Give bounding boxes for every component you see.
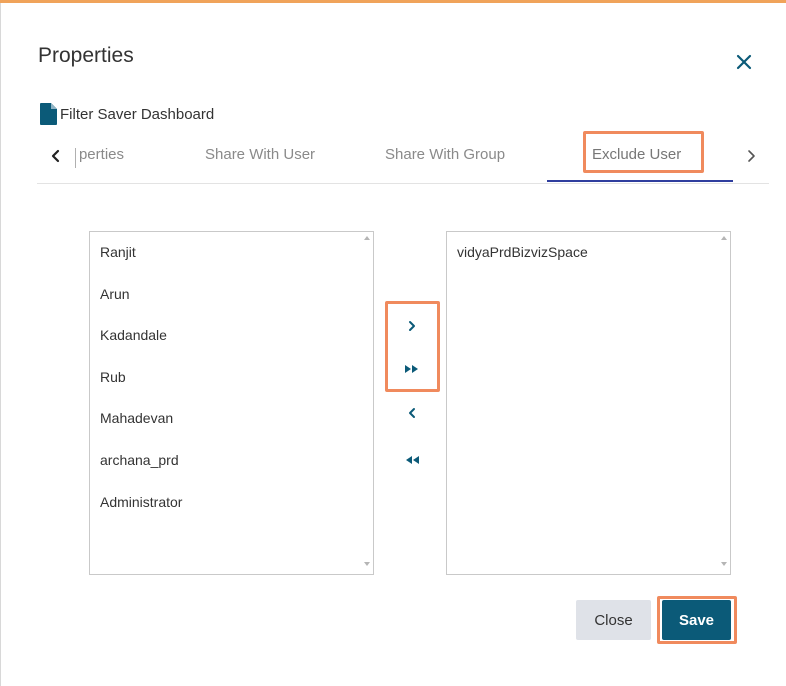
available-users-list[interactable]: Ranjit Arun Kadandale Rub Mahadevan arch… [89,231,374,575]
scroll-up-arrow-icon[interactable] [721,236,727,240]
move-left-button[interactable] [397,398,427,428]
save-button[interactable]: Save [662,600,731,640]
tab-clip-edge [75,148,76,168]
dialog-title: Properties [38,44,134,67]
close-button[interactable]: Close [576,600,651,640]
chevron-right-icon [409,321,415,331]
top-accent-bar [0,0,786,3]
list-item[interactable]: archana_prd [100,450,351,492]
active-tab-indicator [547,180,733,182]
scrollbar[interactable] [716,232,730,574]
tab-scroll-left-button[interactable] [37,138,77,182]
tab-share-with-group[interactable]: Share With Group [385,146,505,163]
double-chevron-left-icon [406,456,419,464]
document-header: Filter Saver Dashboard [40,103,214,125]
tab-properties-visible[interactable]: perties [77,146,124,163]
tab-scroll-right-button[interactable] [737,138,769,174]
list-item[interactable]: Administrator [100,492,351,534]
double-chevron-right-icon [405,365,418,373]
file-icon [40,103,57,125]
list-item[interactable]: Ranjit [100,242,351,284]
scrollbar[interactable] [359,232,373,574]
scroll-down-arrow-icon[interactable] [721,562,727,566]
list-item[interactable]: Kadandale [100,325,351,367]
dialog-left-border [0,3,1,686]
excluded-users-list[interactable]: vidyaPrdBizvizSpace [446,231,731,575]
move-all-right-button[interactable] [397,354,427,384]
chevron-left-icon [409,408,415,418]
tab-share-with-user[interactable]: Share With User [205,146,315,163]
close-icon[interactable] [731,48,757,74]
list-item[interactable]: Rub [100,367,351,409]
list-item[interactable]: Arun [100,284,351,326]
document-name: Filter Saver Dashboard [60,105,215,123]
scroll-up-arrow-icon[interactable] [364,236,370,240]
move-right-button[interactable] [397,311,427,341]
highlight-exclude-user-tab [583,131,704,173]
list-item[interactable]: vidyaPrdBizvizSpace [457,242,708,284]
list-item[interactable]: Mahadevan [100,408,351,450]
move-all-left-button[interactable] [397,445,427,475]
scroll-down-arrow-icon[interactable] [364,562,370,566]
